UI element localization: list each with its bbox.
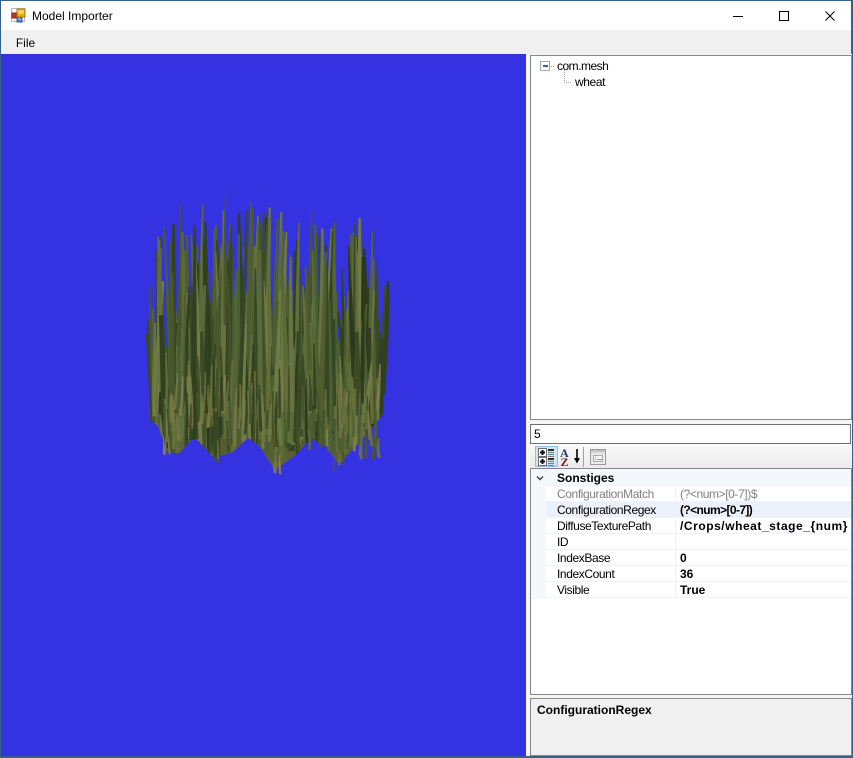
svg-text:Z: Z: [561, 455, 569, 468]
